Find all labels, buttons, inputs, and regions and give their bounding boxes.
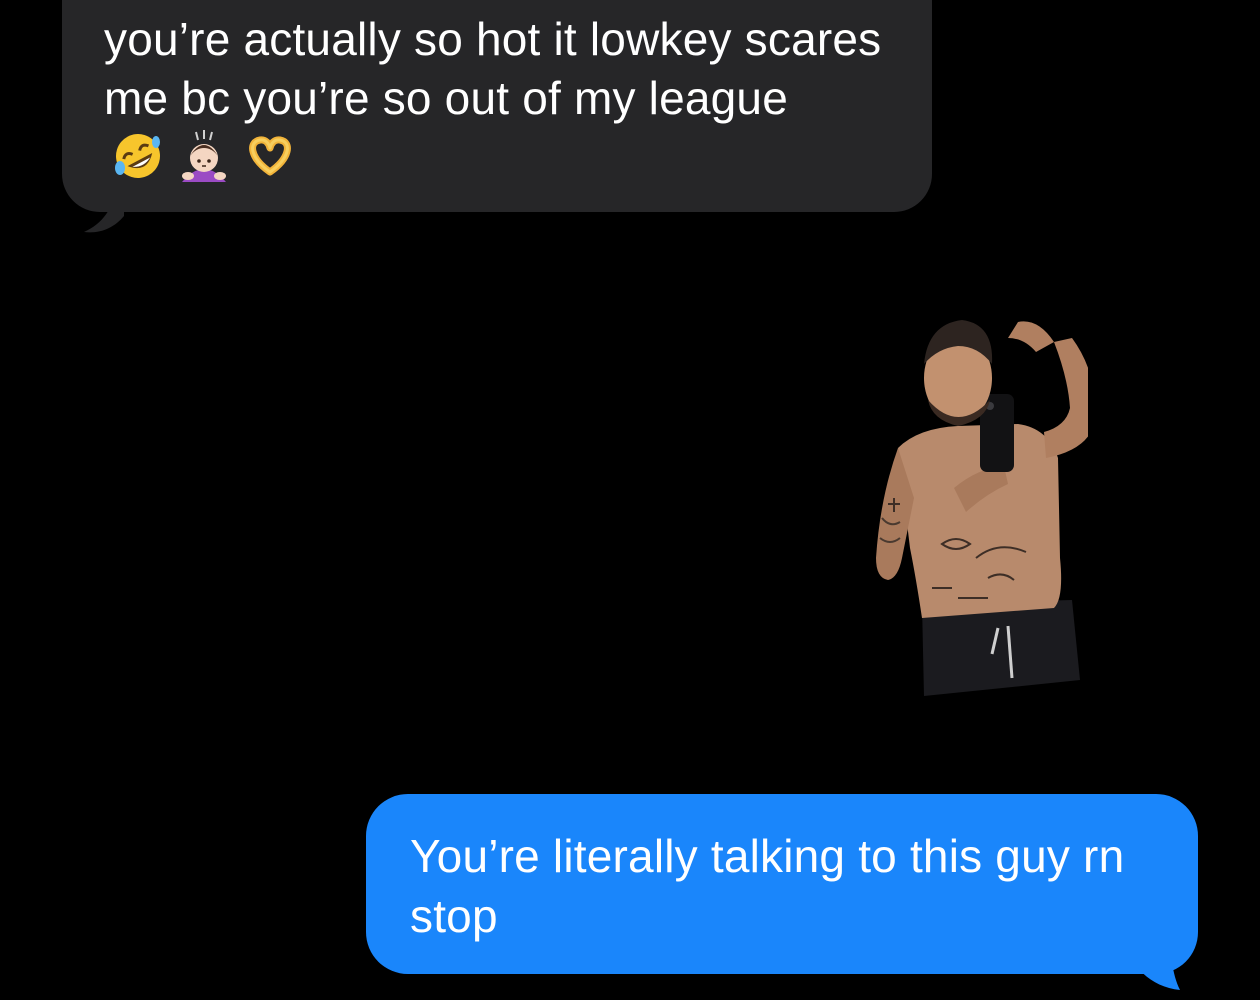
emoji-group [110, 128, 298, 184]
rolling-on-floor-laughing-emoji [115, 134, 160, 178]
incoming-message-bubble[interactable]: you’re actually so hot it lowkey scares … [62, 0, 932, 212]
outgoing-message-bubble[interactable]: You’re literally talking to this guy rn … [366, 794, 1198, 974]
selfie-sticker-image[interactable] [858, 308, 1088, 700]
heart-hands-emoji [249, 136, 291, 176]
incoming-message-body: you’re actually so hot it lowkey scares … [104, 13, 895, 124]
outgoing-bubble-tail [1136, 930, 1180, 990]
incoming-message-text: you’re actually so hot it lowkey scares … [104, 10, 892, 192]
incoming-bubble-tail [84, 190, 124, 233]
message-thread: you’re actually so hot it lowkey scares … [0, 0, 1260, 1000]
outgoing-message-text: You’re literally talking to this guy rn … [410, 830, 1125, 942]
person-bowing-emoji [182, 130, 226, 182]
